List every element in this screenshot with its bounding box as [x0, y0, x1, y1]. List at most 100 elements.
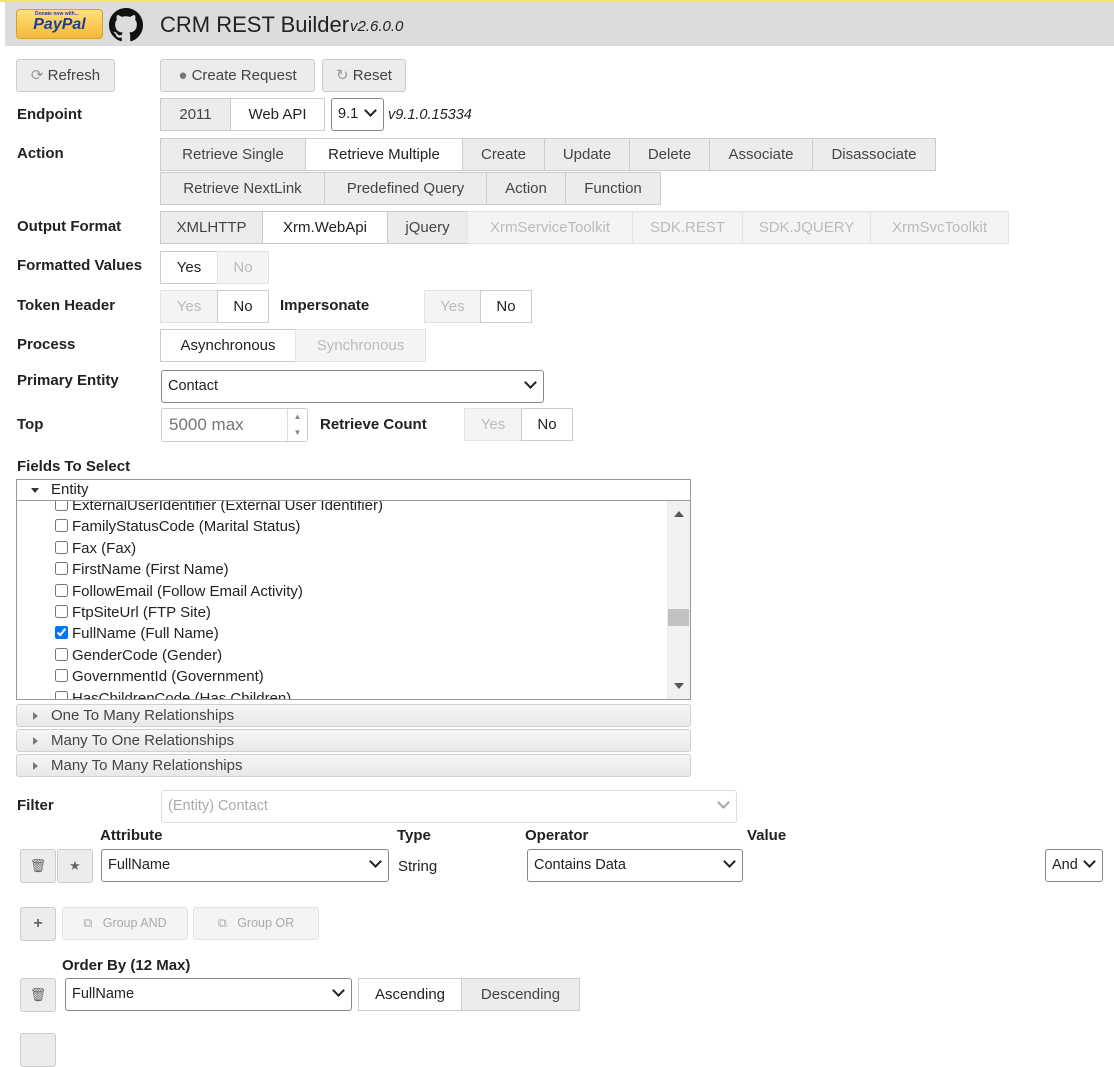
field-checkbox[interactable] [55, 562, 68, 576]
order-descending[interactable]: Descending [461, 978, 580, 1011]
filter-entity-select[interactable]: (Entity) Contact [161, 790, 737, 823]
chevron-down-icon [719, 791, 728, 822]
field-label: FirstName (First Name) [72, 561, 229, 579]
output-xrmsvctoolkit[interactable]: XrmSvcToolkit [870, 211, 1009, 244]
field-item[interactable]: FirstName (First Name) [55, 559, 229, 580]
entity-node[interactable]: Entity [17, 480, 690, 501]
output-jquery[interactable]: jQuery [387, 211, 468, 244]
field-list: ExternalUserIdentifier (External User Id… [17, 501, 667, 699]
reset-button[interactable]: ↻ Reset [322, 59, 406, 92]
action-predefined-query[interactable]: Predefined Query [324, 172, 487, 205]
action-create[interactable]: Create [462, 138, 545, 171]
field-item[interactable]: Fax (Fax) [55, 538, 136, 559]
api-version-text: v9.1.0.15334 [388, 107, 472, 123]
action-disassociate[interactable]: Disassociate [812, 138, 936, 171]
output-xmlhttp[interactable]: XMLHTTP [160, 211, 263, 244]
action-retrieve-multiple[interactable]: Retrieve Multiple [305, 138, 463, 171]
field-item[interactable]: HasChildrenCode (Has Children) [55, 688, 291, 699]
order-attribute-select[interactable]: FullName [65, 978, 352, 1011]
process-asynchronous[interactable]: Asynchronous [160, 329, 296, 362]
chevron-down-icon [334, 979, 343, 1010]
top-input[interactable] [161, 408, 308, 442]
fields-tree: Entity ExternalUserIdentifier (External … [16, 479, 691, 700]
github-icon[interactable] [109, 8, 143, 42]
paypal-donate-button[interactable]: Donate now with... PayPal [16, 9, 103, 39]
scroll-thumb[interactable] [668, 609, 689, 626]
primary-entity-select[interactable]: Contact [161, 370, 544, 403]
top-spinner[interactable]: ▲ ▼ [287, 409, 307, 441]
delete-order-button[interactable]: 🗑 [20, 978, 56, 1012]
field-item[interactable]: ExternalUserIdentifier (External User Id… [55, 501, 383, 516]
filter-logic-select[interactable]: And [1045, 849, 1103, 882]
scrollbar[interactable] [667, 501, 690, 699]
formatted-yes[interactable]: Yes [160, 251, 218, 284]
output-sdk-rest[interactable]: SDK.REST [632, 211, 743, 244]
group-and-button[interactable]: ⧉ Group AND [62, 907, 188, 940]
refresh-icon: ⟳ [30, 67, 44, 84]
output-xrm-webapi[interactable]: Xrm.WebApi [262, 211, 388, 244]
scroll-up-icon[interactable] [674, 511, 684, 517]
delete-filter-button[interactable]: 🗑 [20, 849, 56, 883]
field-checkbox[interactable] [55, 540, 68, 554]
create-request-button[interactable]: ● Create Request [160, 59, 315, 92]
token-yes[interactable]: Yes [160, 290, 218, 323]
count-no[interactable]: No [521, 408, 573, 441]
action-action[interactable]: Action [486, 172, 566, 205]
spin-down-icon[interactable]: ▼ [288, 425, 307, 441]
action-label: Action [17, 145, 64, 162]
operator-header: Operator [525, 827, 589, 844]
favorite-filter-button[interactable]: ★ [57, 849, 93, 883]
api-version-select[interactable]: 9.1 [331, 98, 384, 131]
field-item[interactable]: GovernmentId (Government) [55, 666, 264, 687]
process-synchronous[interactable]: Synchronous [295, 329, 426, 362]
caret-down-icon [31, 488, 39, 493]
trash-icon: 🗑 [29, 858, 47, 873]
field-checkbox[interactable] [55, 669, 68, 683]
field-item[interactable]: FullName (Full Name) [55, 623, 219, 644]
field-item[interactable]: FollowEmail (Follow Email Activity) [55, 581, 303, 602]
endpoint-web-api[interactable]: Web API [230, 98, 325, 131]
output-sdk-jquery[interactable]: SDK.JQUERY [742, 211, 871, 244]
field-checkbox[interactable] [55, 583, 68, 597]
field-checkbox[interactable] [55, 501, 68, 511]
many-to-one-relationships[interactable]: Many To One Relationships [16, 729, 691, 752]
spin-up-icon[interactable]: ▲ [288, 409, 307, 425]
scroll-down-icon[interactable] [674, 683, 684, 689]
many-to-many-relationships[interactable]: Many To Many Relationships [16, 754, 691, 777]
filter-attribute-select[interactable]: FullName [101, 849, 389, 882]
field-checkbox[interactable] [55, 690, 68, 699]
action-associate[interactable]: Associate [709, 138, 813, 171]
action-update[interactable]: Update [544, 138, 630, 171]
app-version: v2.6.0.0 [350, 18, 404, 35]
add-filter-button[interactable]: + [20, 907, 56, 941]
field-checkbox[interactable] [55, 626, 68, 640]
filter-operator-select[interactable]: Contains Data [527, 849, 743, 882]
impersonate-no[interactable]: No [480, 290, 532, 323]
field-item[interactable]: FamilyStatusCode (Marital Status) [55, 516, 300, 537]
count-yes[interactable]: Yes [464, 408, 522, 441]
action-function[interactable]: Function [565, 172, 661, 205]
order-by-label: Order By (12 Max) [62, 957, 191, 974]
action-delete[interactable]: Delete [629, 138, 710, 171]
field-checkbox[interactable] [55, 647, 68, 661]
token-no[interactable]: No [217, 290, 269, 323]
impersonate-yes[interactable]: Yes [424, 290, 481, 323]
field-item[interactable]: FtpSiteUrl (FTP Site) [55, 602, 211, 623]
primary-entity-label: Primary Entity [17, 372, 119, 389]
formatted-values-label: Formatted Values [17, 257, 143, 274]
field-checkbox[interactable] [55, 519, 68, 533]
order-ascending[interactable]: Ascending [358, 978, 462, 1011]
formatted-no[interactable]: No [217, 251, 269, 284]
add-order-button[interactable] [20, 1033, 56, 1067]
field-checkbox[interactable] [55, 605, 68, 618]
one-to-many-relationships[interactable]: One To Many Relationships [16, 704, 691, 727]
fields-label: Fields To Select [17, 458, 131, 475]
group-or-button[interactable]: ⧉ Group OR [193, 907, 319, 940]
output-xrmservicetoolkit[interactable]: XrmServiceToolkit [467, 211, 633, 244]
action-retrieve-nextlink[interactable]: Retrieve NextLink [160, 172, 325, 205]
refresh-button[interactable]: ⟳ Refresh [16, 59, 115, 92]
action-retrieve-single[interactable]: Retrieve Single [160, 138, 306, 171]
endpoint-2011[interactable]: 2011 [160, 98, 231, 131]
field-item[interactable]: GenderCode (Gender) [55, 645, 222, 666]
chevron-down-icon [366, 99, 375, 130]
